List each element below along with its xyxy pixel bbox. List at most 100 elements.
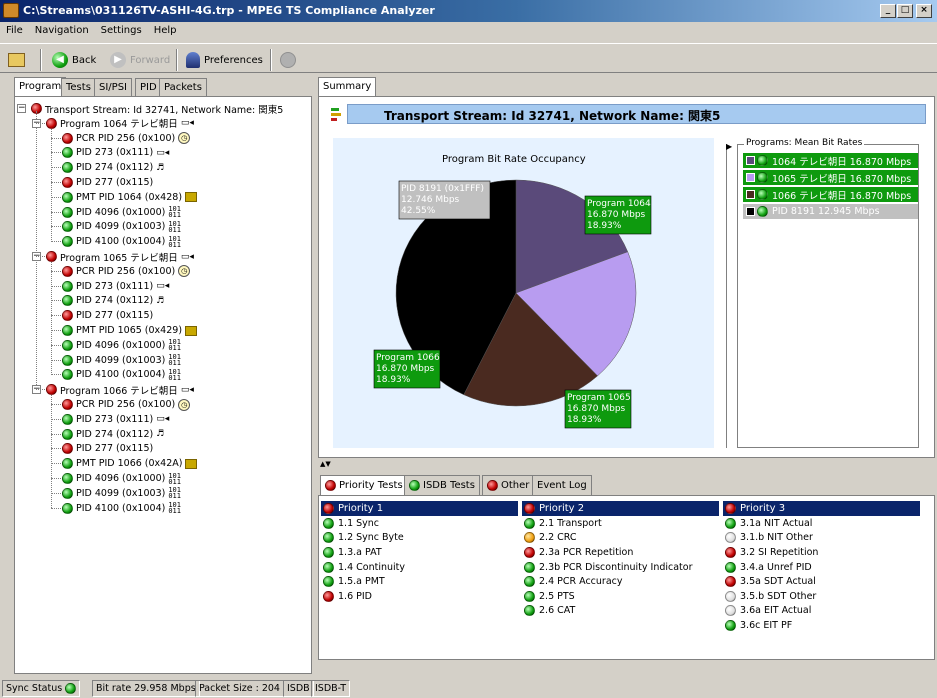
tree-pid-node[interactable]: PMT PID 1064 (0x428) [62,190,198,205]
tree-node-label: PID 4100 (0x1004) [76,502,166,514]
menu-navigation[interactable]: Navigation [29,22,95,36]
test-item[interactable]: 1.1 Sync [321,516,518,531]
collapse-right-icon: ▶ [726,142,733,151]
tree-pid-node[interactable]: PID 273 (0x111) ▭◂ [62,412,169,427]
title-bar[interactable]: C:\Streams\031126TV-ASHI-4G.trp - MPEG T… [0,0,937,22]
tree-pid-node[interactable]: PID 4096 (0x1000) 101 011 [62,471,181,486]
test-item-label: 2.3b PCR Discontinuity Indicator [539,561,693,573]
maximize-button[interactable]: □ [897,4,913,18]
test-item[interactable]: 3.4.a Unref PID [723,560,920,575]
tree-program-2[interactable]: Program 1066 テレビ朝日 ▭◂ [46,382,194,397]
legend-row[interactable]: 1064 テレビ朝日 16.870 Mbps [743,153,918,168]
test-item[interactable]: 3.1a NIT Actual [723,516,920,531]
tree-program-0[interactable]: Program 1064 テレビ朝日 ▭◂ [46,116,194,131]
test-group-header[interactable]: Priority 2 [522,501,719,516]
menu-help[interactable]: Help [148,22,183,36]
test-item[interactable]: 3.5a SDT Actual [723,574,920,589]
tree-pid-node[interactable]: PID 273 (0x111) ▭◂ [62,145,169,160]
tree-pid-node[interactable]: PID 274 (0x112) ♬ [62,427,164,442]
test-group-label: Priority 2 [539,503,585,514]
toolbar-separator [176,49,178,71]
test-item[interactable]: 1.6 PID [321,589,518,604]
tab-pid[interactable]: PID [135,78,162,96]
folder-icon [8,53,25,67]
horizontal-splitter[interactable]: ▲▼ [318,460,935,470]
open-file-button[interactable] [8,49,25,71]
tree-pid-node[interactable]: PCR PID 256 (0x100) ◷ [62,131,191,146]
tree-pid-node[interactable]: PID 4096 (0x1000) 101 011 [62,338,181,353]
test-item[interactable]: 2.3a PCR Repetition [522,545,719,560]
preferences-button[interactable]: Preferences [186,49,263,71]
status-green-icon [62,206,73,218]
menu-settings[interactable]: Settings [95,22,148,36]
stop-button[interactable] [280,49,296,71]
tree-pid-node[interactable]: PID 277 (0x115) [62,175,153,190]
legend-row[interactable]: 1066 テレビ朝日 16.870 Mbps [743,187,918,202]
test-item[interactable]: 2.1 Transport [522,516,719,531]
tree-pid-node[interactable]: PID 273 (0x111) ▭◂ [62,279,169,294]
tree-node-label: PID 274 (0x112) [76,295,154,307]
legend-row[interactable]: 1065 テレビ朝日 16.870 Mbps [743,170,918,185]
tree-pid-node[interactable]: PID 4099 (0x1003) 101 011 [62,353,181,368]
tab-event-log[interactable]: Event Log [532,475,592,495]
test-item[interactable]: 3.6a EIT Actual [723,604,920,619]
tree-pid-node[interactable]: PMT PID 1065 (0x429) [62,323,198,338]
test-column-priority-2: Priority 2 2.1 Transport 2.2 CRC 2.3a PCR R… [522,501,719,618]
status-green-icon [62,473,73,484]
test-item[interactable]: 3.2 SI Repetition [723,545,920,560]
tree-pid-node[interactable]: PID 4099 (0x1003) 101 011 [62,219,181,234]
tree-node-label: PMT PID 1066 (0x42A) [76,458,183,470]
test-item[interactable]: 1.4 Continuity [321,560,518,575]
test-item[interactable]: 1.5.a PMT [321,574,518,589]
test-item[interactable]: 3.5.b SDT Other [723,589,920,604]
close-button[interactable]: × [916,4,932,18]
test-item[interactable]: 2.3b PCR Discontinuity Indicator [522,560,719,575]
binary-icon: 101 011 [168,338,181,353]
bar-chart-view-icon[interactable] [331,108,341,122]
menu-file[interactable]: File [0,22,29,36]
tree-pid-node[interactable]: PID 274 (0x112) ♬ [62,160,164,175]
tree-pid-node[interactable]: PID 4100 (0x1004) 101 011 [62,234,181,249]
legend-splitter[interactable]: ▶ [726,142,733,448]
test-item[interactable]: 2.5 PTS [522,589,719,604]
tab-isdb-tests[interactable]: ISDB Tests [404,475,480,495]
minimize-button[interactable]: _ [880,4,896,18]
tree-root-transport-stream[interactable]: Transport Stream: Id 32741, Network Name… [31,101,283,116]
pie-chart[interactable]: Program 106416.870 Mbps18.93%Program 106… [333,138,714,448]
legend-row[interactable]: PID 8191 12.945 Mbps [743,204,918,219]
tab-packets[interactable]: Packets [159,78,207,96]
tree-pid-node[interactable]: PID 274 (0x112) ♬ [62,293,164,308]
back-button[interactable]: ◀ Back [52,49,96,71]
test-item[interactable]: 1.3.a PAT [321,545,518,560]
tree-pid-node[interactable]: PCR PID 256 (0x100) ◷ [62,397,191,412]
tab-priority-tests[interactable]: Priority Tests [320,475,408,495]
collapse-toggle-icon[interactable]: − [17,104,26,113]
test-item-label: 2.3a PCR Repetition [539,546,634,558]
test-item[interactable]: 2.6 CAT [522,604,719,619]
tab-program[interactable]: Program [14,77,67,96]
tree-pid-node[interactable]: PID 4096 (0x1000) 101 011 [62,205,181,220]
tab-other[interactable]: Other [482,475,535,495]
test-item[interactable]: 3.6c EIT PF [723,618,920,633]
test-group-header[interactable]: Priority 3 [723,501,920,516]
forward-button[interactable]: ▶ Forward [110,49,170,71]
tree-pid-node[interactable]: PCR PID 256 (0x100) ◷ [62,264,191,279]
test-item[interactable]: 2.2 CRC [522,531,719,546]
test-item[interactable]: 3.1.b NIT Other [723,531,920,546]
tree-pid-node[interactable]: PID 4100 (0x1004) 101 011 [62,367,181,382]
test-item[interactable]: 2.4 PCR Accuracy [522,574,719,589]
test-item[interactable]: 1.2 Sync Byte [321,531,518,546]
program-tree-panel[interactable]: − Transport Stream: Id 32741, Network Nam… [14,96,312,674]
test-group-header[interactable]: Priority 1 [321,501,518,516]
tree-pid-node[interactable]: PID 4099 (0x1003) 101 011 [62,486,181,501]
tab-si-psi[interactable]: SI/PSI [94,78,132,96]
pie-label-text: 18.93% [567,415,602,425]
status-green-icon [62,428,73,440]
tree-pid-node[interactable]: PID 277 (0x115) [62,308,153,323]
tab-tests[interactable]: Tests [61,78,96,96]
tree-pid-node[interactable]: PID 277 (0x115) [62,441,153,456]
tree-pid-node[interactable]: PID 4100 (0x1004) 101 011 [62,501,181,516]
tab-summary[interactable]: Summary [318,77,377,96]
tree-pid-node[interactable]: PMT PID 1066 (0x42A) [62,456,198,471]
tree-program-1[interactable]: Program 1065 テレビ朝日 ▭◂ [46,249,194,264]
